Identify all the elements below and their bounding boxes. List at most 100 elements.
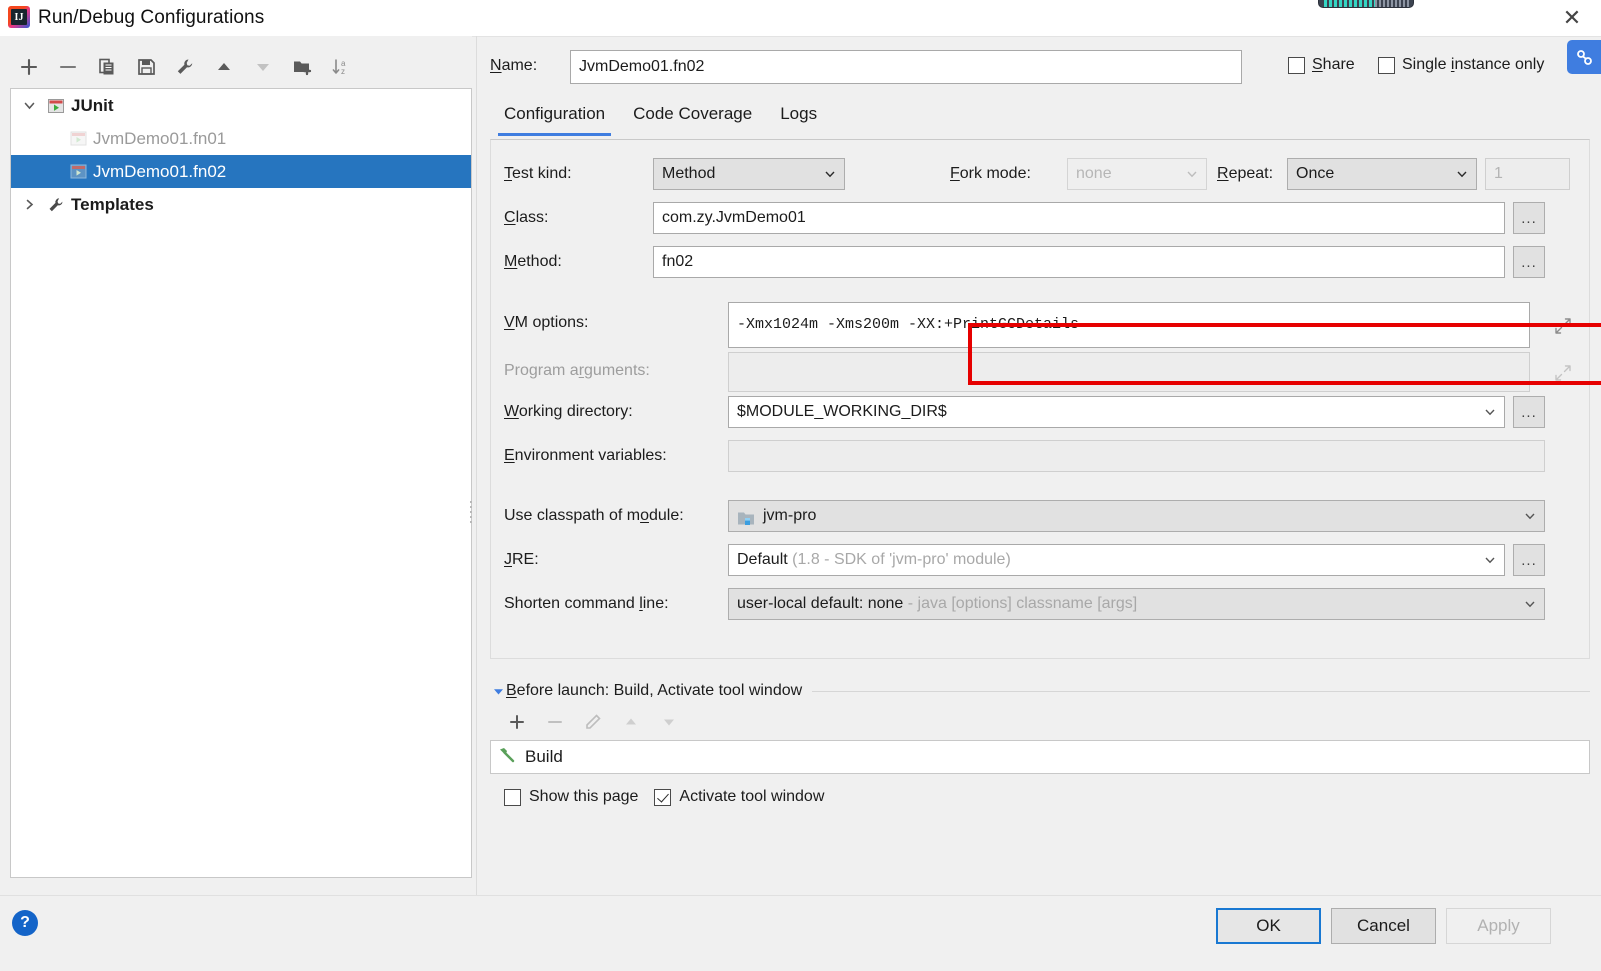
vm-options-label: VM options: — [504, 314, 589, 331]
tree-node-junit[interactable]: JUnit — [11, 89, 471, 122]
memory-indicator-widget[interactable] — [1318, 0, 1414, 8]
activate-tool-window-checkbox-box[interactable] — [654, 788, 672, 806]
method-input[interactable]: fn02 — [653, 246, 1505, 278]
configurations-panel: a z JUnit JvmDemo01.fn01 JvmDemo01.fn02 … — [0, 36, 472, 896]
section-divider — [812, 690, 1590, 692]
configurations-tree[interactable]: JUnit JvmDemo01.fn01 JvmDemo01.fn02 Temp… — [10, 88, 472, 878]
app-icon-letters: IJ — [11, 9, 27, 25]
program-arguments-input — [728, 352, 1530, 392]
tree-node-jvmdemo01-fn01[interactable]: JvmDemo01.fn01 — [11, 122, 471, 155]
name-label: Name: — [490, 57, 538, 74]
show-this-page-checkbox-box[interactable] — [504, 788, 521, 806]
configuration-form: Test kind: Method Fork mode: none Repeat… — [490, 139, 1591, 762]
ok-button[interactable]: OK — [1216, 908, 1321, 944]
program-arguments-row: Program arguments: — [491, 352, 1591, 392]
activate-tool-window-label: Activate tool window — [679, 788, 825, 805]
configuration-editor: Name: JvmDemo01.fn02 Share Single instan… — [478, 36, 1601, 896]
svg-text:z: z — [341, 67, 345, 76]
activate-tool-window-checkbox[interactable]: Activate tool window — [654, 788, 824, 806]
shorten-command-line-select[interactable]: user-local default: none - java [options… — [728, 588, 1545, 620]
tree-node-label: Templates — [71, 194, 154, 214]
name-row: Name: JvmDemo01.fn02 Share Single instan… — [490, 50, 1590, 84]
tree-node-templates[interactable]: Templates — [11, 188, 471, 221]
before-launch-options: Show this page Activate tool window — [490, 788, 1590, 806]
copy-icon[interactable] — [88, 50, 127, 84]
fork-mode-select: none — [1067, 158, 1207, 190]
working-directory-select[interactable]: $MODULE_WORKING_DIR$ — [728, 396, 1505, 428]
chevron-down-icon — [1185, 159, 1199, 189]
bl-add-button[interactable] — [498, 706, 536, 738]
chevron-down-icon — [823, 159, 837, 189]
folder-add-icon[interactable] — [282, 50, 321, 84]
classpath-select[interactable]: jvm-pro — [728, 500, 1545, 532]
jre-value: Default — [737, 551, 788, 568]
working-directory-label: Working directory: — [504, 403, 633, 420]
configurations-toolbar: a z — [10, 48, 360, 86]
arrow-up-icon[interactable] — [204, 50, 243, 84]
class-browse-button[interactable]: ... — [1513, 202, 1545, 234]
chevron-down-icon[interactable] — [15, 99, 43, 112]
module-icon — [737, 508, 756, 531]
single-instance-checkbox-box[interactable] — [1378, 56, 1395, 74]
shorten-command-line-label: Shorten command line: — [504, 595, 669, 612]
chevron-down-icon — [1483, 397, 1497, 427]
chevron-right-icon[interactable] — [15, 198, 43, 211]
panel-divider — [476, 36, 477, 896]
bl-down-button — [650, 706, 688, 738]
repeat-select[interactable]: Once — [1287, 158, 1477, 190]
cancel-button[interactable]: Cancel — [1331, 908, 1436, 944]
tab-code-coverage[interactable]: Code Coverage — [619, 96, 766, 136]
test-kind-row: Test kind: Method Fork mode: none Repeat… — [491, 158, 1591, 190]
program-arguments-label: Program arguments: — [504, 362, 650, 379]
before-launch-section: Before launch: Build, Activate tool wind… — [490, 678, 1590, 806]
vm-options-expand-icon[interactable] — [1554, 317, 1572, 335]
wrench-icon — [43, 196, 69, 214]
remove-button[interactable] — [49, 50, 88, 84]
sort-az-icon[interactable]: a z — [321, 50, 360, 84]
close-icon[interactable]: ✕ — [1553, 3, 1591, 33]
wrench-icon[interactable] — [166, 50, 205, 84]
add-button[interactable] — [10, 50, 49, 84]
jre-select[interactable]: Default (1.8 - SDK of 'jvm-pro' module) — [728, 544, 1505, 576]
show-this-page-checkbox[interactable]: Show this page — [504, 788, 638, 806]
name-input[interactable]: JvmDemo01.fn02 — [570, 50, 1242, 84]
method-row: Method: fn02 ... — [491, 246, 1591, 278]
single-instance-checkbox[interactable]: Single instance only — [1378, 56, 1544, 74]
tree-node-label: JvmDemo01.fn01 — [93, 128, 227, 148]
bl-up-button — [612, 706, 650, 738]
junit-run-icon — [65, 130, 91, 147]
test-kind-value: Method — [662, 165, 716, 182]
tab-logs[interactable]: Logs — [766, 96, 831, 136]
window-title: Run/Debug Configurations — [38, 7, 265, 28]
environment-variables-input[interactable] — [728, 440, 1545, 472]
share-checkbox[interactable]: Share — [1288, 56, 1355, 74]
arrow-down-icon[interactable] — [243, 50, 282, 84]
tree-node-jvmdemo01-fn02[interactable]: JvmDemo01.fn02 — [11, 155, 471, 188]
tab-configuration[interactable]: Configuration — [490, 96, 619, 136]
class-input[interactable]: com.zy.JvmDemo01 — [653, 202, 1505, 234]
repeat-label: Repeat: — [1217, 165, 1274, 182]
shorten-command-line-value: user-local default: none — [737, 595, 904, 612]
vm-options-input[interactable]: -Xmx1024m -Xms200m -XX:+PrintGCDetails — [728, 302, 1530, 348]
class-row: Class: com.zy.JvmDemo01 ... — [491, 202, 1591, 234]
share-checkbox-box[interactable] — [1288, 56, 1305, 74]
save-icon[interactable] — [127, 50, 166, 84]
jre-browse-button[interactable]: ... — [1513, 544, 1545, 576]
panel-splitter-handle[interactable] — [468, 498, 474, 532]
editor-tabs[interactable]: Configuration Code Coverage Logs — [490, 96, 1590, 136]
triangle-down-icon[interactable] — [490, 686, 506, 697]
before-launch-title: Before launch: Build, Activate tool wind… — [506, 682, 803, 699]
single-instance-label: Single instance only — [1402, 56, 1545, 73]
jre-row: JRE: Default (1.8 - SDK of 'jvm-pro' mod… — [491, 544, 1591, 576]
method-browse-button[interactable]: ... — [1513, 246, 1545, 278]
help-icon[interactable]: ? — [12, 910, 38, 936]
working-directory-row: Working directory: $MODULE_WORKING_DIR$ … — [491, 396, 1591, 428]
fork-mode-label: Fork mode: — [950, 165, 1031, 182]
method-label: Method: — [504, 253, 562, 270]
show-this-page-label: Show this page — [529, 788, 639, 805]
fork-mode-value: none — [1076, 165, 1112, 182]
tree-node-label: JvmDemo01.fn02 — [93, 161, 227, 181]
before-launch-task-list[interactable]: Build — [490, 740, 1590, 774]
test-kind-select[interactable]: Method — [653, 158, 845, 190]
working-directory-browse-button[interactable]: ... — [1513, 396, 1545, 428]
